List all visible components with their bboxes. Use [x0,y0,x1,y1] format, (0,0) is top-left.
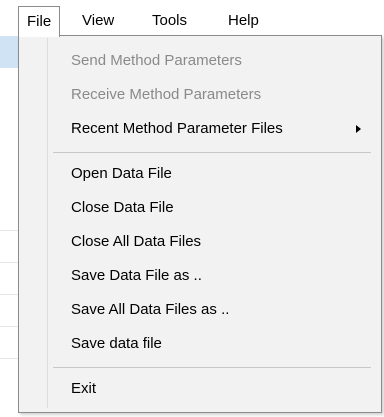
menu-item-label: Open Data File [71,165,172,182]
menu-item-receive-method-parameters: Receive Method Parameters [19,78,381,112]
underlying-window-edge [0,36,20,417]
menu-item-open-data-file[interactable]: Open Data File [19,157,381,191]
menu-item-label: Close All Data Files [71,233,202,250]
underlying-grid-line [0,358,18,359]
menu-item-label: Exit [71,380,97,397]
menu-item-label: Close Data File [71,199,174,216]
menu-separator [53,152,371,153]
underlying-grid-line [0,326,18,327]
menu-item-save-data-file[interactable]: Save data file [19,327,381,361]
menu-item-close-all-data-files[interactable]: Close All Data Files [19,225,381,259]
app-window: File View Tools Help Send Method Paramet… [0,0,384,417]
menu-item-send-method-parameters: Send Method Parameters [19,44,381,78]
chevron-right-icon [356,125,361,133]
menu-view[interactable]: View [74,7,122,35]
menu-item-close-data-file[interactable]: Close Data File [19,191,381,225]
menu-bar: File View Tools Help [0,0,384,37]
menu-help[interactable]: Help [220,7,267,35]
menu-item-label: Save Data File as .. [71,267,202,284]
underlying-grid-line [0,262,18,263]
menu-item-recent-method-parameter-files[interactable]: Recent Method Parameter Files [19,112,381,146]
menu-item-label: Receive Method Parameters [71,86,262,103]
menu-item-exit[interactable]: Exit [19,372,381,406]
underlying-selection-highlight [0,36,18,68]
menu-item-label: Save All Data Files as .. [71,301,230,318]
menu-item-label: Save data file [71,335,162,352]
menu-file[interactable]: File [18,6,61,37]
menu-item-save-data-file-as[interactable]: Save Data File as .. [19,259,381,293]
underlying-grid-line [0,294,18,295]
menu-item-save-all-data-files-as[interactable]: Save All Data Files as .. [19,293,381,327]
menu-item-label: Recent Method Parameter Files [71,120,283,137]
underlying-grid-line [0,230,18,231]
menu-item-label: Send Method Parameters [71,52,242,69]
menu-separator [53,367,371,368]
menu-tools[interactable]: Tools [144,7,195,35]
file-menu-dropdown: Send Method Parameters Receive Method Pa… [18,35,382,413]
